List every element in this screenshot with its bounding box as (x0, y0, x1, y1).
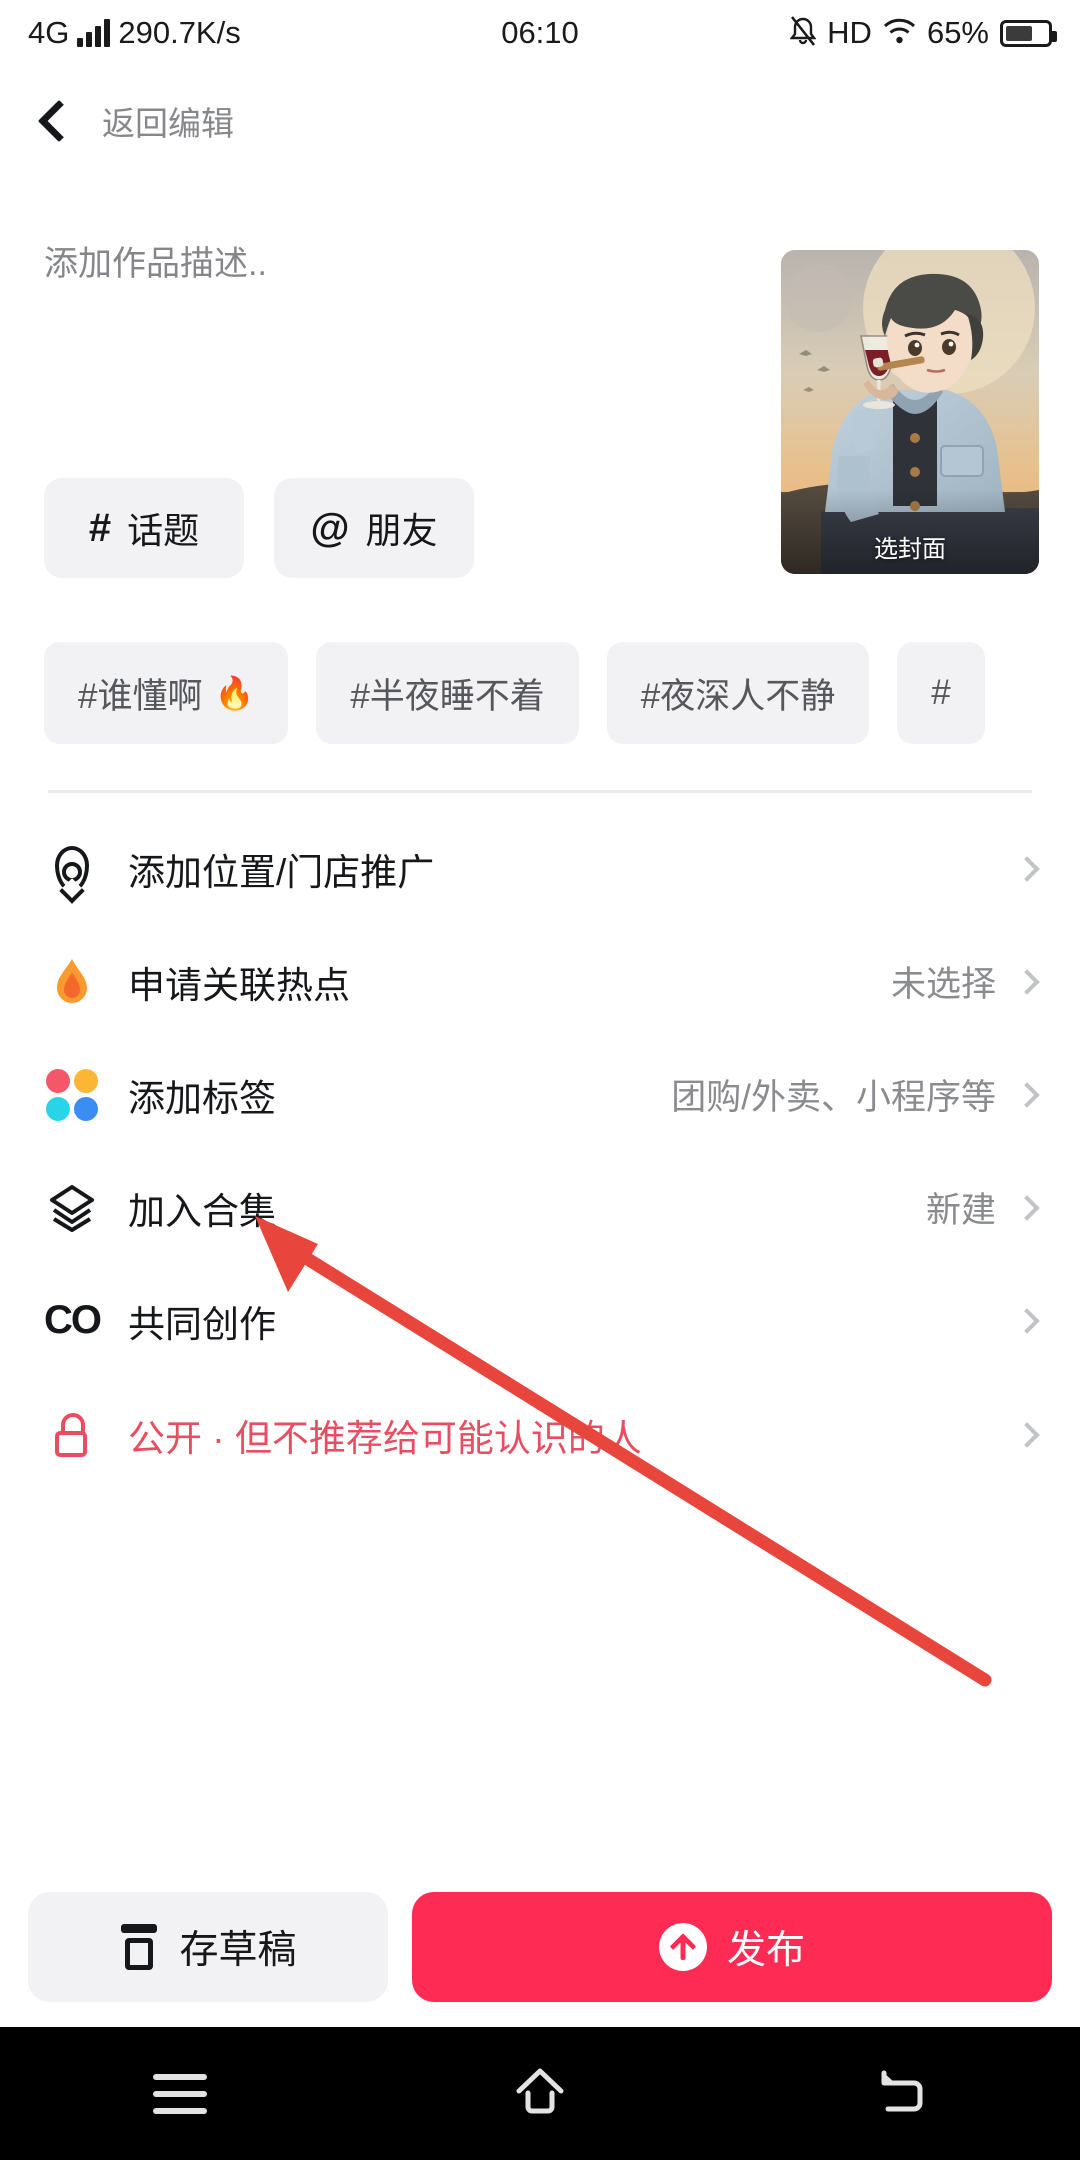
chevron-right-icon (1014, 1421, 1040, 1448)
save-draft-button[interactable]: 存草稿 (28, 1892, 388, 2002)
location-pin-icon (44, 841, 100, 897)
status-bar: 4G 290.7K/s 06:10 HD 65% (0, 0, 1080, 66)
option-row-hotspot[interactable]: 申请关联热点 未选择 (0, 925, 1080, 1038)
compose-area: 添加作品描述.. 选封面 (0, 176, 1080, 574)
option-label: 添加标签 (128, 1077, 276, 1119)
wifi-icon (883, 17, 916, 50)
back-to-edit-button[interactable]: 返回编辑 (37, 97, 234, 145)
option-row-privacy[interactable]: 公开 · 但不推荐给可能认识的人 (0, 1377, 1080, 1490)
hashtag-chip[interactable]: #夜深人不静 (606, 642, 870, 744)
description-input[interactable]: 添加作品描述.. (44, 236, 267, 285)
hashtag-chip-label: #半夜睡不着 (350, 676, 545, 716)
phone-screen: 4G 290.7K/s 06:10 HD 65% 返回编辑 添加作品描述.. 选… (0, 0, 1080, 2160)
friend-chip-label: 朋友 (365, 510, 438, 551)
network-type-label: 4G (28, 15, 70, 50)
recents-button[interactable] (120, 2054, 240, 2134)
hashtag-chip-label: #夜深人不静 (640, 676, 836, 716)
back-to-edit-label: 返回编辑 (102, 105, 234, 142)
hashtag-chip[interactable]: #谁懂啊 🔥 (44, 642, 289, 744)
quick-insert-chips: # 话题 @ 朋友 (44, 478, 474, 578)
hashtag-suggestion-row[interactable]: #谁懂啊 🔥 #半夜睡不着 #夜深人不静 # (44, 642, 1080, 744)
android-navigation-bar (0, 2027, 1080, 2160)
signal-bars-icon (77, 19, 111, 47)
friend-chip[interactable]: @ 朋友 (274, 478, 474, 578)
status-bar-right: HD 65% (789, 15, 1057, 52)
hashtag-chip-label: # (931, 673, 951, 712)
chevron-left-icon (37, 99, 81, 143)
home-button[interactable] (480, 2054, 600, 2134)
status-bar-left: 4G 290.7K/s (28, 15, 241, 51)
option-label: 添加位置/门店推广 (128, 851, 435, 893)
option-label: 共同创作 (128, 1303, 276, 1345)
topic-chip-label: 话题 (127, 510, 200, 551)
layers-icon (44, 1180, 100, 1236)
option-row-add-tag[interactable]: 添加标签 团购/外卖、小程序等 (0, 1038, 1080, 1151)
top-nav-bar: 返回编辑 (0, 66, 1080, 176)
option-label: 公开 · 但不推荐给可能认识的人 (128, 1417, 642, 1459)
publish-label: 发布 (726, 1929, 805, 1972)
option-row-location[interactable]: 添加位置/门店推广 (0, 812, 1080, 925)
home-icon (511, 2065, 569, 2122)
upload-arrow-icon (658, 1923, 707, 1971)
chevron-right-icon (1014, 855, 1040, 882)
at-icon: @ (310, 505, 350, 550)
hashtag-chip-label: #谁懂啊 (78, 676, 203, 716)
hd-icon: HD (827, 15, 872, 50)
option-row-co-create[interactable]: CO 共同创作 (0, 1264, 1080, 1377)
battery-percent-label: 65% (926, 15, 989, 50)
fire-icon: 🔥 (214, 675, 255, 711)
section-divider (48, 790, 1032, 793)
chevron-right-icon (1014, 1081, 1040, 1108)
options-list: 添加位置/门店推广 申请关联热点 未选择 添加标签 团购/外卖、小程序等 加入合… (0, 812, 1080, 1490)
mute-icon (789, 15, 817, 52)
cover-label: 选封面 (874, 536, 946, 563)
back-icon (872, 2065, 928, 2122)
hash-icon: # (88, 505, 112, 550)
option-label: 申请关联热点 (128, 964, 350, 1006)
option-value: 团购/外卖、小程序等 (671, 1078, 996, 1117)
chevron-right-icon (1014, 968, 1040, 995)
unlock-icon (44, 1407, 100, 1463)
hashtag-chip[interactable]: #半夜睡不着 (316, 642, 579, 744)
cover-thumbnail[interactable]: 选封面 (781, 250, 1039, 574)
recents-icon (153, 2073, 207, 2114)
publish-button[interactable]: 发布 (412, 1892, 1052, 2002)
draft-box-icon (119, 1924, 159, 1970)
save-draft-label: 存草稿 (179, 1929, 297, 1972)
network-speed-label: 290.7K/s (118, 15, 241, 50)
option-row-collection[interactable]: 加入合集 新建 (0, 1151, 1080, 1264)
clock-label: 06:10 (501, 15, 579, 50)
chevron-right-icon (1014, 1194, 1040, 1221)
option-value: 新建 (925, 1191, 996, 1230)
back-button[interactable] (840, 2054, 960, 2134)
option-value: 未选择 (890, 965, 996, 1004)
hashtag-chip-partial[interactable]: # (897, 642, 985, 744)
option-label: 加入合集 (128, 1190, 276, 1232)
cover-artwork (781, 250, 1039, 574)
chevron-right-icon (1014, 1307, 1040, 1334)
flame-icon (44, 954, 100, 1010)
four-dots-icon (44, 1067, 100, 1123)
co-create-icon: CO (44, 1298, 102, 1342)
bottom-action-bar: 存草稿 发布 (0, 1867, 1080, 2027)
battery-icon (1000, 19, 1057, 47)
topic-chip[interactable]: # 话题 (44, 478, 244, 578)
